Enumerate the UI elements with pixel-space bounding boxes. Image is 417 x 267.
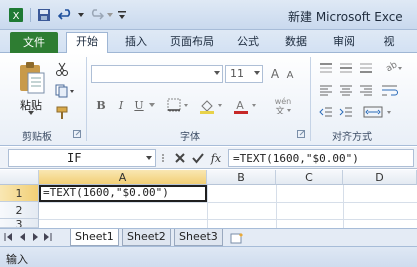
- formula-bar: IF fx =TEXT(1600,"$0.00"): [0, 147, 417, 169]
- redo-icon[interactable]: [88, 6, 106, 24]
- phonetic-guide-label: wén: [274, 96, 292, 106]
- gridline: [343, 185, 344, 228]
- tab-page-layout[interactable]: 页面布局: [164, 33, 220, 53]
- first-sheet-icon[interactable]: [4, 232, 14, 245]
- svg-text:文: 文: [275, 106, 284, 114]
- format-painter-icon[interactable]: [54, 105, 70, 121]
- increase-indent-icon[interactable]: [338, 105, 354, 119]
- customize-toolbar-icon[interactable]: [116, 6, 128, 24]
- undo-icon[interactable]: [56, 6, 76, 24]
- font-name-dropdown-icon[interactable]: [214, 71, 220, 75]
- tab-insert[interactable]: 插入: [118, 33, 154, 53]
- redo-dropdown-icon[interactable]: [106, 6, 114, 24]
- align-right-icon[interactable]: [358, 83, 374, 97]
- sheet-tab-bar: Sheet1 Sheet2 Sheet3: [0, 228, 417, 246]
- merge-center-icon[interactable]: [362, 105, 400, 119]
- row-header-3[interactable]: 3: [0, 219, 39, 228]
- paste-icon[interactable]: [14, 57, 48, 97]
- row-header-1[interactable]: 1: [0, 185, 39, 202]
- sheet-tab-sheet3[interactable]: Sheet3: [174, 229, 223, 246]
- next-sheet-icon[interactable]: [30, 232, 40, 245]
- underline-dropdown-icon[interactable]: [148, 101, 156, 109]
- row-header-2[interactable]: 2: [0, 202, 39, 219]
- insert-function-icon[interactable]: fx: [207, 150, 225, 166]
- cut-icon[interactable]: [54, 61, 70, 77]
- excel-icon[interactable]: X: [4, 6, 28, 24]
- font-size-combo[interactable]: 11: [225, 65, 263, 83]
- svg-text:A: A: [236, 99, 244, 112]
- save-icon[interactable]: [35, 6, 53, 24]
- formula-value: =TEXT(1600,"$0.00"): [233, 152, 359, 165]
- enter-icon[interactable]: [190, 150, 206, 166]
- name-box-dropdown-icon[interactable]: [146, 156, 152, 160]
- group-separator: [310, 57, 311, 141]
- font-size-value: 11: [230, 67, 244, 80]
- formula-bar-grip-icon: [160, 151, 166, 165]
- window-title: 新建 Microsoft Exce: [288, 10, 403, 24]
- paste-dropdown-icon[interactable]: [28, 111, 34, 115]
- svg-text:X: X: [13, 11, 20, 22]
- ribbon-panel: 粘贴 剪贴板 11 A A B I U A wén 文 字体 ab 对齐方式: [0, 53, 417, 146]
- clipboard-launcher-icon[interactable]: [72, 129, 82, 139]
- active-cell-border: [39, 185, 207, 202]
- bold-button[interactable]: B: [94, 97, 108, 113]
- underline-button[interactable]: U: [132, 97, 146, 113]
- shrink-font-icon[interactable]: A: [284, 67, 296, 83]
- align-bottom-icon[interactable]: [358, 61, 374, 75]
- gridline: [276, 185, 277, 228]
- tab-view[interactable]: 视: [374, 33, 404, 53]
- copy-icon[interactable]: [54, 83, 76, 99]
- font-launcher-icon[interactable]: [296, 129, 306, 139]
- font-name-combo[interactable]: [91, 65, 223, 83]
- worksheet-grid[interactable]: A B C D 1 2 3 =TEXT(1600,"$0.00"): [0, 170, 417, 228]
- last-sheet-icon[interactable]: [42, 232, 52, 245]
- alignment-group-label: 对齐方式: [332, 132, 372, 143]
- group-separator: [86, 57, 87, 141]
- tab-data[interactable]: 数据: [278, 33, 314, 53]
- tab-file[interactable]: 文件: [10, 32, 58, 53]
- name-box-value: IF: [67, 151, 82, 165]
- gridline: [39, 202, 417, 203]
- sheet-tab-sheet2[interactable]: Sheet2: [122, 229, 171, 246]
- italic-button[interactable]: I: [114, 97, 128, 113]
- status-mode: 输入: [6, 253, 28, 266]
- borders-icon[interactable]: [166, 97, 192, 113]
- title-divider: [30, 8, 31, 22]
- column-header-c[interactable]: C: [276, 170, 343, 185]
- font-size-dropdown-icon[interactable]: [254, 71, 260, 75]
- gridline: [39, 219, 417, 220]
- sheet-tab-sheet1[interactable]: Sheet1: [70, 229, 119, 246]
- grow-font-icon[interactable]: A: [268, 65, 282, 83]
- font-group-label: 字体: [180, 132, 200, 143]
- gridline: [207, 185, 208, 228]
- insert-sheet-icon[interactable]: [228, 230, 248, 245]
- align-top-icon[interactable]: [318, 61, 334, 75]
- font-color-icon[interactable]: A: [232, 97, 260, 115]
- column-header-a[interactable]: A: [39, 170, 207, 185]
- ribbon-tab-bar: 文件 开始 插入 页面布局 公式 数据 审阅 视: [0, 30, 417, 53]
- column-header-d[interactable]: D: [343, 170, 417, 185]
- phonetic-guide-button[interactable]: wén 文: [270, 95, 296, 115]
- align-left-icon[interactable]: [318, 83, 334, 97]
- name-box[interactable]: IF: [8, 149, 156, 167]
- fill-color-icon[interactable]: [198, 97, 226, 115]
- wrap-text-icon[interactable]: [380, 83, 400, 97]
- undo-dropdown-icon[interactable]: [76, 6, 86, 24]
- tab-review[interactable]: 审阅: [326, 33, 362, 53]
- align-middle-icon[interactable]: [338, 61, 354, 75]
- text-orientation-icon[interactable]: ab: [380, 61, 406, 75]
- status-bar: 输入: [0, 246, 417, 267]
- align-center-icon[interactable]: [338, 83, 354, 97]
- title-bar: X 新建 Microsoft Exce: [0, 0, 417, 30]
- clipboard-group-label: 剪贴板: [22, 132, 52, 143]
- select-all-corner[interactable]: [0, 170, 39, 185]
- tab-home[interactable]: 开始: [66, 32, 108, 53]
- prev-sheet-icon[interactable]: [18, 232, 28, 245]
- svg-text:ab: ab: [385, 62, 400, 74]
- formula-input[interactable]: =TEXT(1600,"$0.00"): [228, 149, 414, 167]
- decrease-indent-icon[interactable]: [318, 105, 334, 119]
- tab-formulas[interactable]: 公式: [230, 33, 266, 53]
- cancel-icon[interactable]: [172, 150, 188, 166]
- column-header-b[interactable]: B: [207, 170, 276, 185]
